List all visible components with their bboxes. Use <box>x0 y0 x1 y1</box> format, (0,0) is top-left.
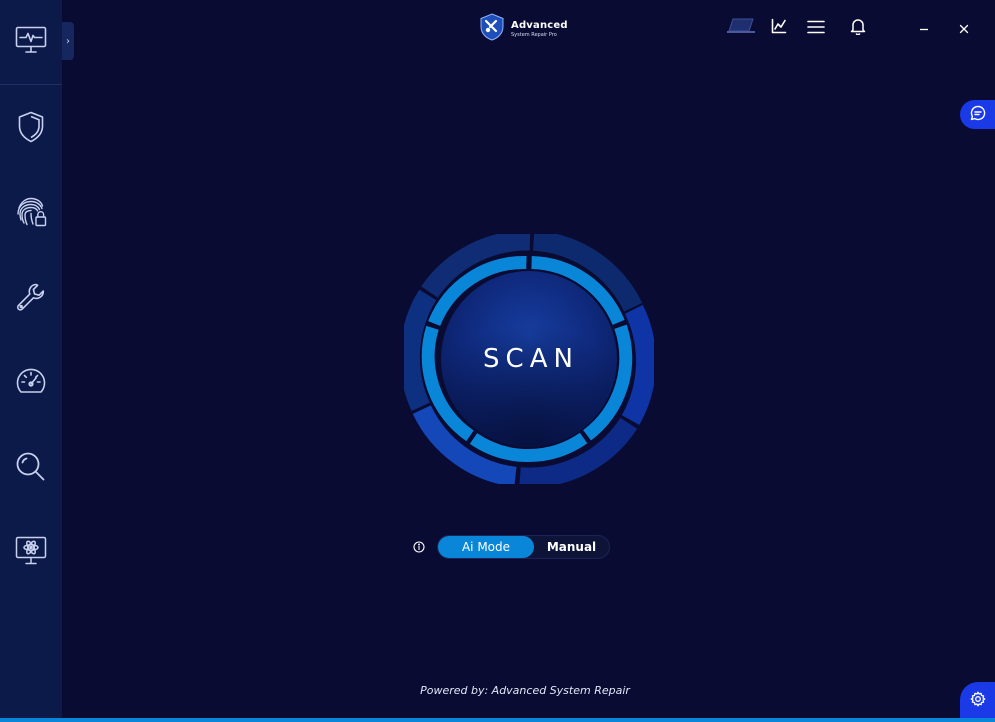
bottom-accent-bar <box>0 718 995 722</box>
sidebar-item-system[interactable] <box>0 521 62 581</box>
sidebar-expand-button[interactable]: › <box>62 22 74 60</box>
bell-icon <box>850 17 866 39</box>
chevron-right-icon: › <box>66 35 70 47</box>
sidebar-item-privacy[interactable] <box>0 182 62 242</box>
notifications-button[interactable] <box>846 16 870 40</box>
ai-mode-button[interactable]: Ai Mode <box>438 536 534 558</box>
monitor-atom-icon <box>15 536 47 566</box>
sidebar-item-dashboard[interactable] <box>0 10 62 70</box>
app-window: › Advanced System Repair Pro SCAN Ai Mod… <box>0 0 995 722</box>
info-icon[interactable] <box>412 540 426 554</box>
app-name: Advanced <box>511 19 568 31</box>
footer-powered-by: Powered by: Advanced System Repair <box>420 684 630 697</box>
app-logo: Advanced System Repair Pro <box>477 12 568 46</box>
sidebar <box>0 0 62 722</box>
close-icon <box>959 19 969 38</box>
close-button[interactable] <box>952 16 976 40</box>
chart-icon <box>771 18 787 38</box>
app-subtitle: System Repair Pro <box>511 31 557 38</box>
shield-icon <box>17 111 45 143</box>
logo-icon <box>477 12 507 46</box>
scan-button[interactable]: SCAN <box>399 230 657 488</box>
manual-mode-button[interactable]: Manual <box>534 536 609 558</box>
mode-toggle: Ai Mode Manual <box>437 535 610 559</box>
fingerprint-lock-icon <box>15 196 47 228</box>
minimize-button[interactable] <box>912 16 936 40</box>
sidebar-item-tools[interactable] <box>0 267 62 327</box>
sidebar-divider <box>0 84 62 85</box>
search-icon <box>15 451 47 483</box>
mode-selector: Ai Mode Manual <box>412 535 610 559</box>
wrench-icon <box>15 281 47 313</box>
stats-button[interactable] <box>767 16 791 40</box>
speedometer-icon <box>15 366 47 398</box>
chat-icon <box>970 105 986 125</box>
monitor-pulse-icon <box>15 26 47 54</box>
sidebar-item-speed[interactable] <box>0 352 62 412</box>
menu-icon <box>807 19 825 38</box>
sidebar-item-search[interactable] <box>0 437 62 497</box>
device-button[interactable] <box>726 16 756 40</box>
menu-button[interactable] <box>804 16 828 40</box>
minimize-icon <box>919 19 929 38</box>
sidebar-item-protection[interactable] <box>0 97 62 157</box>
chat-button[interactable] <box>960 100 995 129</box>
laptop-icon <box>726 17 756 39</box>
scan-label: SCAN <box>483 344 579 374</box>
